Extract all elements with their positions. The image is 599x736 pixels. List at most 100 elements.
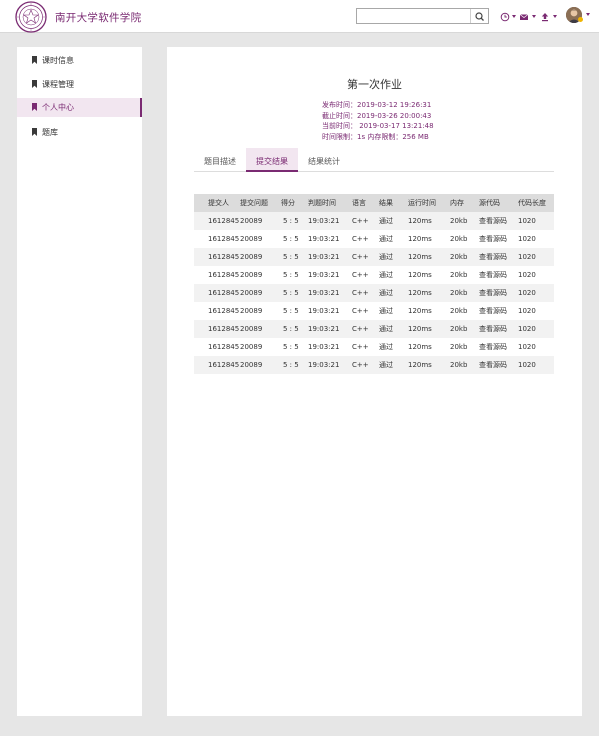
table-cell: 120ms bbox=[408, 361, 432, 369]
search-button[interactable] bbox=[470, 9, 488, 23]
search-icon bbox=[475, 12, 484, 21]
table-row: 1612845 20089 5 : 5 19:03:21 C++ 通过 120ms 20kb 查… bbox=[194, 356, 554, 374]
publish-time: 发布时间：2019-03-12 19:26:31 bbox=[322, 101, 432, 109]
table-cell: C++ bbox=[352, 307, 369, 315]
chevron-down-icon bbox=[532, 15, 536, 18]
table-cell: 通过 bbox=[379, 325, 393, 333]
view-source-link[interactable]: 查看源码 bbox=[479, 356, 518, 374]
sidebar-item-label: 课时信息 bbox=[42, 56, 74, 65]
table-cell: C++ bbox=[352, 325, 369, 333]
table-cell: 通过 bbox=[379, 343, 393, 351]
table-cell: 1020 bbox=[518, 235, 536, 243]
table-row: 1612845 20089 5 : 5 19:03:21 C++ 通过 120ms 20kb 查… bbox=[194, 248, 554, 266]
table-row: 1612845 20089 5 : 5 19:03:21 C++ 通过 120ms 20kb 查… bbox=[194, 230, 554, 248]
table-cell: 5 : 5 bbox=[283, 253, 299, 261]
user-menu[interactable] bbox=[565, 5, 591, 25]
table-cell: 19:03:21 bbox=[308, 217, 340, 225]
table-cell: 120ms bbox=[408, 235, 432, 243]
table-cell: 5 : 5 bbox=[283, 325, 299, 333]
table-cell: 5 : 5 bbox=[283, 289, 299, 297]
table-cell: 20kb bbox=[450, 307, 468, 315]
table-cell: 通过 bbox=[379, 235, 393, 243]
view-source-link[interactable]: 查看源码 bbox=[479, 248, 518, 266]
view-source-link[interactable]: 查看源码 bbox=[479, 212, 518, 230]
table-row: 1612845 20089 5 : 5 19:03:21 C++ 通过 120ms 20kb 查… bbox=[194, 284, 554, 302]
chevron-down-icon bbox=[512, 15, 516, 18]
table-cell: 120ms bbox=[408, 343, 432, 351]
table-cell: 20089 bbox=[240, 253, 263, 261]
table-cell: C++ bbox=[352, 343, 369, 351]
upload-dropdown[interactable] bbox=[540, 9, 557, 23]
table-cell: 20kb bbox=[450, 343, 468, 351]
sidebar-item-question-bank[interactable]: 题库 bbox=[17, 123, 142, 142]
table-cell: 1612845 bbox=[208, 217, 240, 225]
messages-dropdown[interactable] bbox=[519, 9, 536, 23]
table-cell: 20kb bbox=[450, 253, 468, 261]
mail-icon bbox=[519, 14, 529, 20]
column-header: 得分 bbox=[281, 199, 295, 207]
table-cell: 1612845 bbox=[208, 289, 240, 297]
table-cell: 1020 bbox=[518, 217, 536, 225]
sidebar-item-personal-center[interactable]: 个人中心 bbox=[17, 98, 142, 117]
view-source-link[interactable]: 查看源码 bbox=[479, 230, 518, 248]
table-cell: 5 : 5 bbox=[283, 361, 299, 369]
table-row: 1612845 20089 5 : 5 19:03:21 C++ 通过 120ms 20kb 查… bbox=[194, 302, 554, 320]
table-cell: 1612845 bbox=[208, 361, 240, 369]
table-row: 1612845 20089 5 : 5 19:03:21 C++ 通过 120ms 20kb 查… bbox=[194, 338, 554, 356]
table-row: 1612845 20089 5 : 5 19:03:21 C++ 通过 120ms 20kb 查… bbox=[194, 212, 554, 230]
table-cell: 20kb bbox=[450, 289, 468, 297]
search-input[interactable] bbox=[357, 9, 469, 23]
table-cell: 20kb bbox=[450, 217, 468, 225]
column-header: 代码长度 bbox=[518, 199, 546, 207]
view-source-link[interactable]: 查看源码 bbox=[479, 302, 518, 320]
table-cell: 1612845 bbox=[208, 235, 240, 243]
view-source-link[interactable]: 查看源码 bbox=[479, 266, 518, 284]
table-cell: 19:03:21 bbox=[308, 253, 340, 261]
tab-result-statistics[interactable]: 结果统计 bbox=[298, 148, 350, 172]
table-cell: C++ bbox=[352, 235, 369, 243]
chevron-down-icon bbox=[586, 13, 590, 16]
bookmark-icon bbox=[32, 80, 37, 88]
table-cell: C++ bbox=[352, 253, 369, 261]
sidebar: 课时信息 课程管理 个人中心 题库 bbox=[17, 47, 142, 716]
table-cell: 20089 bbox=[240, 217, 263, 225]
column-header: 提交人 bbox=[208, 199, 229, 207]
sidebar-item-label: 课程管理 bbox=[42, 80, 74, 89]
tab-problem-description[interactable]: 题目描述 bbox=[194, 148, 246, 172]
table-cell: 120ms bbox=[408, 325, 432, 333]
table-cell: 1612845 bbox=[208, 307, 240, 315]
table-cell: 20kb bbox=[450, 235, 468, 243]
table-cell: 1020 bbox=[518, 289, 536, 297]
clock-icon bbox=[500, 12, 510, 22]
table-cell: 120ms bbox=[408, 307, 432, 315]
table-row: 1612845 20089 5 : 5 19:03:21 C++ 通过 120ms 20kb 查… bbox=[194, 266, 554, 284]
view-source-link[interactable]: 查看源码 bbox=[479, 338, 518, 356]
sidebar-item-class-info[interactable]: 课时信息 bbox=[17, 51, 142, 70]
view-source-link[interactable]: 查看源码 bbox=[479, 320, 518, 338]
table-cell: 通过 bbox=[379, 217, 393, 225]
history-dropdown[interactable] bbox=[500, 9, 516, 23]
table-cell: 19:03:21 bbox=[308, 271, 340, 279]
table-cell: 1020 bbox=[518, 361, 536, 369]
view-source-link[interactable]: 查看源码 bbox=[479, 284, 518, 302]
limits: 时间限制：1s 内存限制：256 MB bbox=[322, 133, 429, 141]
tab-submission-results[interactable]: 提交结果 bbox=[246, 148, 298, 172]
search-box bbox=[356, 8, 489, 24]
table-cell: 19:03:21 bbox=[308, 361, 340, 369]
site-title[interactable]: 南开大学软件学院 bbox=[55, 10, 141, 25]
table-cell: 1612845 bbox=[208, 271, 240, 279]
table-cell: 20089 bbox=[240, 343, 263, 351]
table-cell: 5 : 5 bbox=[283, 307, 299, 315]
sidebar-item-course-management[interactable]: 课程管理 bbox=[17, 75, 142, 94]
university-logo[interactable] bbox=[15, 1, 47, 33]
table-body: 1612845 20089 5 : 5 19:03:21 C++ 通过 120ms 20kb 查… bbox=[194, 212, 554, 374]
table-cell: 120ms bbox=[408, 217, 432, 225]
page-title: 第一次作业 bbox=[347, 78, 402, 91]
table-cell: 120ms bbox=[408, 271, 432, 279]
table-cell: C++ bbox=[352, 217, 369, 225]
column-header: 提交问题 bbox=[240, 199, 268, 207]
table-cell: 1612845 bbox=[208, 325, 240, 333]
top-bar: 南开大学软件学院 bbox=[0, 0, 599, 33]
table-cell: 5 : 5 bbox=[283, 235, 299, 243]
current-time: 当前时间： 2019-03-17 13:21:48 bbox=[322, 122, 434, 130]
